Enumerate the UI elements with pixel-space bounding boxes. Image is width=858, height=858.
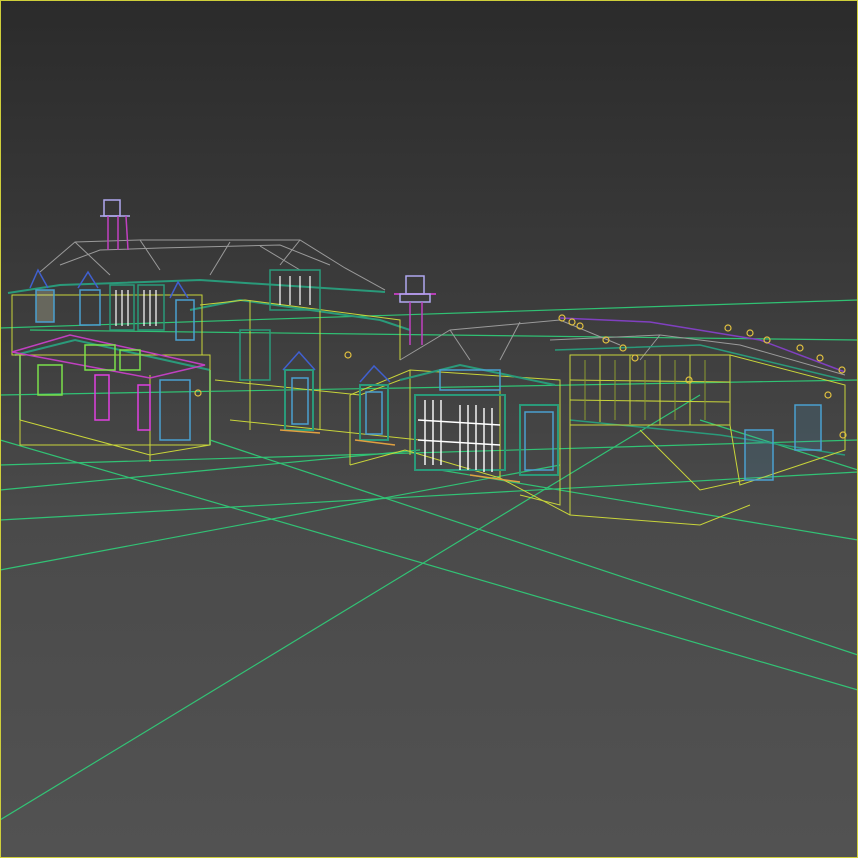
main-house-wireframe[interactable] — [7, 239, 421, 462]
ground-grid — [0, 299, 858, 821]
viewport-canvas[interactable] — [0, 0, 858, 858]
chimney-west — [100, 199, 130, 251]
3d-wireframe-viewport[interactable] — [0, 0, 858, 858]
central-wing-wireframe[interactable] — [279, 319, 751, 526]
